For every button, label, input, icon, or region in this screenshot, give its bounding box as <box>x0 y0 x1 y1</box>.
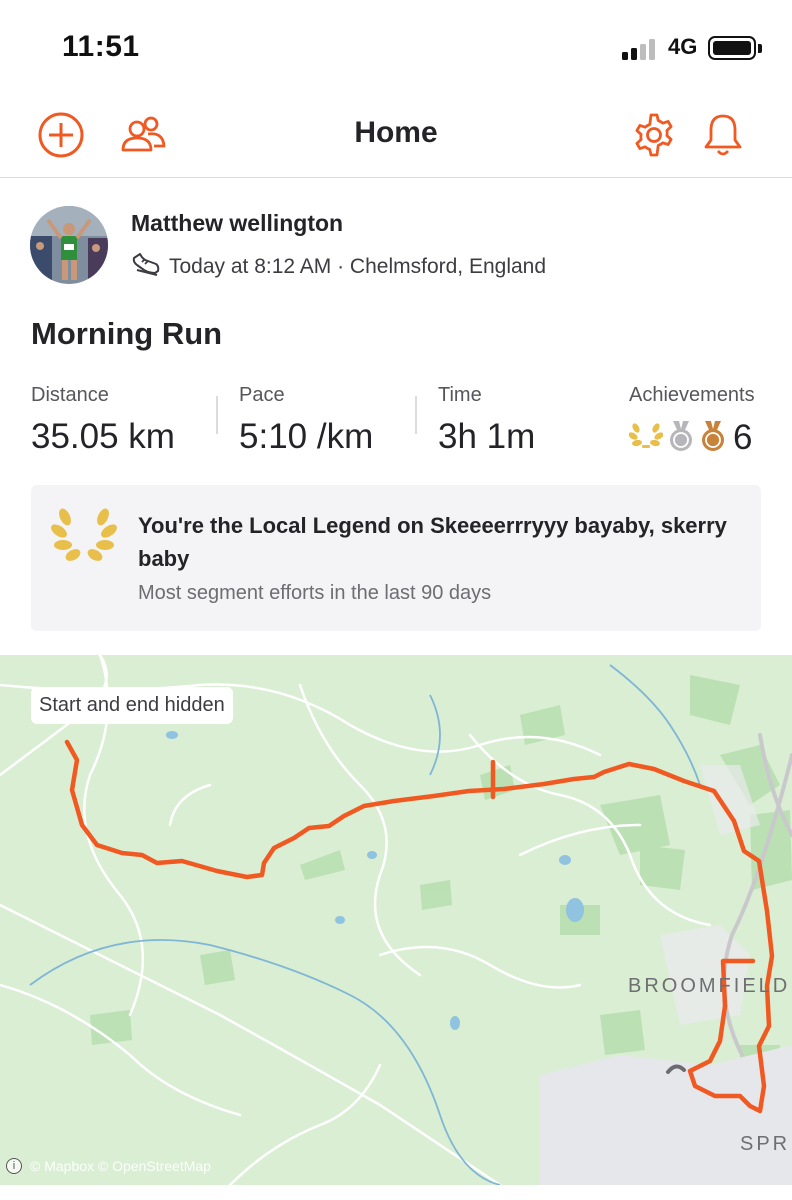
info-icon[interactable]: i <box>6 1158 22 1174</box>
bronze-medal-icon <box>699 419 727 458</box>
laurel-icon <box>628 421 664 456</box>
network-type: 4G <box>668 34 698 59</box>
legend-title: You're the Local Legend on Skeeeerrryyy … <box>138 513 727 571</box>
stat-value: 35.05 km <box>31 417 175 456</box>
top-nav: Home <box>0 96 792 178</box>
avatar[interactable] <box>30 206 108 284</box>
stat-label: Distance <box>31 384 109 406</box>
map-canvas <box>0 655 792 1185</box>
bell-icon[interactable] <box>698 110 748 160</box>
stat-pace: Pace 5:10 /km <box>239 384 373 457</box>
stat-value: 3h 1m <box>438 417 536 456</box>
route-map[interactable]: Start and end hidden BROOMFIELD SPR i © … <box>0 655 792 1185</box>
bottom-strip <box>0 1185 792 1200</box>
start-end-hidden-chip: Start and end hidden <box>31 687 233 724</box>
laurel-icon <box>51 507 117 570</box>
battery-icon <box>708 36 756 60</box>
attribution-text[interactable]: © Mapbox © OpenStreetMap <box>30 1158 211 1174</box>
stat-label: Pace <box>239 384 285 406</box>
stat-distance: Distance 35.05 km <box>31 384 175 457</box>
achievement-icons: 6 <box>628 417 755 459</box>
legend-subtitle: Most segment efforts in the last 90 days <box>138 582 492 604</box>
map-place-label: BROOMFIELD <box>628 975 791 997</box>
gear-icon[interactable] <box>629 110 679 160</box>
achievement-count: 6 <box>733 418 753 457</box>
map-place-label: SPR <box>740 1133 791 1155</box>
map-attribution: i © Mapbox © OpenStreetMap <box>6 1158 211 1174</box>
status-time: 11:51 <box>62 30 140 63</box>
battery-tip <box>758 44 762 53</box>
stat-achievements[interactable]: Achievements 6 <box>628 384 755 459</box>
status-bar: 11:51 4G <box>0 0 792 96</box>
activity-title[interactable]: Morning Run <box>31 316 222 352</box>
running-shoe-icon <box>131 250 161 284</box>
silver-medal-icon <box>667 419 695 458</box>
stat-label: Time <box>438 384 482 406</box>
local-legend-banner[interactable]: You're the Local Legend on Skeeeerrryyy … <box>31 485 761 631</box>
activity-datetime-location: Today at 8:12 AM · Chelmsford, England <box>169 255 547 278</box>
stat-divider <box>415 396 417 434</box>
stat-divider <box>216 396 218 434</box>
signal-strength-icon <box>622 38 662 60</box>
stat-value: 5:10 /km <box>239 417 374 456</box>
athlete-name[interactable]: Matthew wellington <box>131 210 343 237</box>
stat-time: Time 3h 1m <box>438 384 535 457</box>
activity-meta: Today at 8:12 AM · Chelmsford, England <box>131 250 546 284</box>
stat-label: Achievements <box>629 384 755 406</box>
